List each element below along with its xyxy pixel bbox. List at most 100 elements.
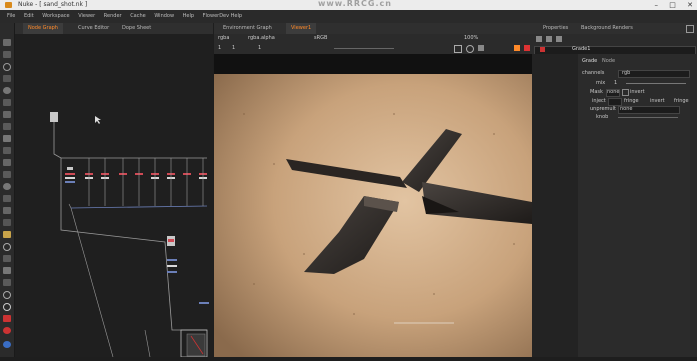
invert-checkbox[interactable]	[622, 89, 629, 96]
node[interactable]	[167, 271, 177, 273]
menu-render[interactable]: Render	[104, 13, 122, 19]
gain-field[interactable]: 1	[232, 45, 235, 51]
node-graph[interactable]	[15, 34, 213, 358]
channels-value: rgb	[622, 70, 631, 76]
keyer-tool-icon[interactable]	[3, 111, 11, 118]
inject-field[interactable]	[608, 98, 622, 106]
image-tool-icon[interactable]	[3, 39, 11, 46]
wire	[60, 158, 207, 331]
mix-label: mix	[596, 80, 606, 86]
gain-slider[interactable]	[334, 48, 394, 49]
pause-icon[interactable]	[514, 45, 520, 51]
node[interactable]	[167, 259, 177, 261]
filter-tool-icon[interactable]	[3, 99, 11, 106]
tab-viewer[interactable]: Viewer1	[286, 23, 317, 34]
node-toolbar	[0, 23, 15, 357]
record-tool-icon[interactable]	[3, 327, 11, 334]
other-tool-icon[interactable]	[3, 207, 11, 214]
pin-icon[interactable]	[546, 36, 552, 42]
minimize-icon[interactable]: –	[655, 1, 659, 9]
menu-viewer[interactable]: Viewer	[78, 13, 95, 19]
wire	[53, 122, 207, 159]
color-tool-icon[interactable]	[3, 87, 11, 94]
views-tool-icon[interactable]	[3, 159, 11, 166]
menu-bar: File Edit Workspace Viewer Render Cache …	[0, 10, 697, 23]
nuke-logo-icon	[5, 2, 12, 8]
node-name[interactable]: Grade1	[572, 46, 590, 52]
node-graph-canvas[interactable]	[15, 34, 213, 358]
tab-node[interactable]: Node	[602, 58, 615, 64]
node-column[interactable]	[65, 167, 207, 183]
plugin-tool-icon[interactable]	[3, 279, 11, 286]
unpremult-value: none	[620, 106, 633, 112]
mix-slider[interactable]	[626, 83, 686, 84]
tab-curve-editor[interactable]: Curve Editor	[73, 23, 114, 34]
wire	[70, 205, 208, 209]
channel-select[interactable]: rgba	[218, 35, 229, 41]
maximize-icon[interactable]: □	[669, 1, 676, 9]
tab-background-renders[interactable]: Background Renders	[576, 23, 638, 34]
menu-workspace[interactable]: Workspace	[42, 13, 69, 19]
menu-cache[interactable]: Cache	[130, 13, 146, 19]
particles-tool-icon[interactable]	[3, 183, 11, 190]
tab-environment-graph[interactable]: Environment Graph	[218, 23, 277, 34]
center-tab-strip: Environment Graph Viewer1	[214, 23, 532, 34]
menu-edit[interactable]: Edit	[24, 13, 34, 19]
menu-window[interactable]: Window	[154, 13, 174, 19]
roi-icon[interactable]	[454, 45, 462, 53]
frame-field[interactable]: 1	[218, 45, 221, 51]
viewer-image[interactable]	[214, 54, 532, 357]
window-title-bar: Nuke - [ sand_shot.nk ] www.RRCG.cn – □ …	[0, 0, 697, 10]
stop-icon[interactable]	[524, 45, 530, 51]
gizmo-tool-icon[interactable]	[3, 267, 11, 274]
lock-icon[interactable]	[536, 36, 542, 42]
merge-tool-icon[interactable]	[3, 123, 11, 130]
furnace-tool-icon[interactable]	[3, 219, 11, 226]
invert-label: invert	[630, 89, 645, 95]
node[interactable]	[199, 302, 209, 304]
draw-tool-icon[interactable]	[3, 51, 11, 58]
tab-dope-sheet[interactable]: Dope Sheet	[117, 23, 156, 34]
properties-side-column	[532, 54, 578, 357]
menu-file[interactable]: File	[7, 13, 15, 19]
fringe-option: fringe	[674, 98, 689, 104]
viewer-panel[interactable]	[214, 54, 532, 357]
globe-tool-icon[interactable]	[3, 243, 11, 251]
mix-value[interactable]: 1	[614, 80, 617, 86]
channel-tool-icon[interactable]	[3, 75, 11, 82]
proxy-icon[interactable]	[478, 45, 484, 51]
menu-flowerdev-help[interactable]: FlowerDev Help	[203, 13, 242, 19]
toolsets-tool-icon[interactable]	[3, 195, 11, 202]
left-tab-strip: Node Graph Curve Editor Dope Sheet	[15, 23, 213, 34]
time-tool-icon[interactable]	[3, 63, 11, 71]
undo-icon[interactable]	[556, 36, 562, 42]
layer-select[interactable]: rgba.alpha	[248, 35, 275, 41]
mouse-cursor-icon	[95, 116, 101, 124]
zoom-select[interactable]: 100%	[464, 35, 478, 41]
mask-value: none	[607, 89, 620, 95]
node[interactable]	[167, 265, 177, 267]
3d-tool-icon[interactable]	[3, 147, 11, 154]
float-panel-icon[interactable]	[686, 25, 694, 33]
circle-tool-icon[interactable]	[3, 291, 11, 299]
sphere-tool-icon[interactable]	[3, 303, 11, 311]
tab-node-graph[interactable]: Node Graph	[23, 23, 63, 34]
close-icon[interactable]: ✕	[687, 1, 693, 9]
metadata-tool-icon[interactable]	[3, 171, 11, 178]
tab-properties[interactable]: Properties	[538, 23, 573, 34]
cara-tool-icon[interactable]	[3, 255, 11, 262]
gamma-field[interactable]: 1	[258, 45, 261, 51]
transform-tool-icon[interactable]	[3, 135, 11, 142]
colorspace-select[interactable]: sRGB	[314, 35, 327, 41]
tab-grade[interactable]: Grade	[582, 58, 597, 64]
invert-option: invert	[650, 98, 665, 104]
red-tool-icon[interactable]	[3, 315, 11, 322]
knob-slider[interactable]	[618, 117, 678, 118]
ofx-tool-icon[interactable]	[3, 231, 11, 238]
menu-help[interactable]: Help	[183, 13, 194, 19]
read-node[interactable]	[50, 112, 58, 122]
wire	[144, 329, 151, 358]
blue-tool-icon[interactable]	[3, 341, 11, 348]
clip-warning-icon[interactable]	[466, 45, 474, 53]
node-color-swatch[interactable]	[540, 47, 545, 52]
